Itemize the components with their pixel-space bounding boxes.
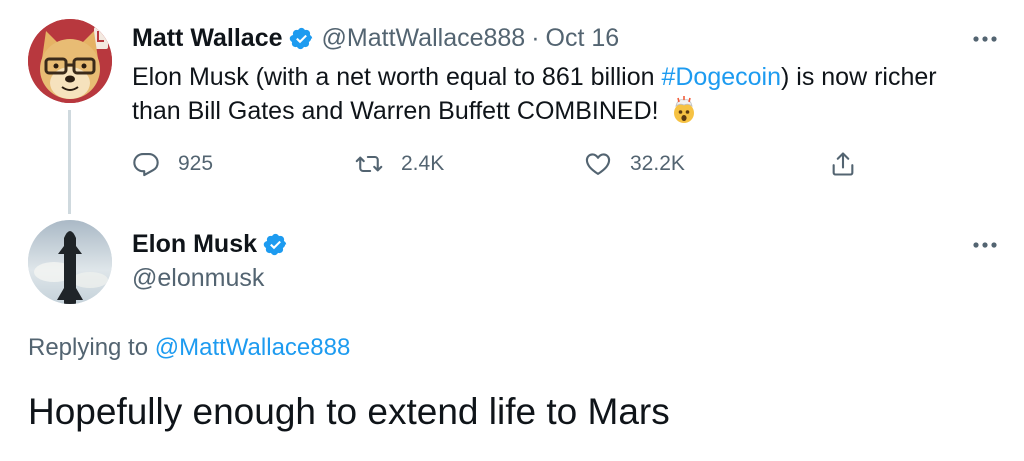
heart-icon — [585, 153, 611, 175]
parent-tweet-header: Matt Wallace @MattWallace888 · Oct 16 — [132, 22, 619, 54]
retweet-icon — [355, 155, 383, 173]
reply-action[interactable]: 925 — [132, 147, 213, 181]
replying-to-label: Replying to — [28, 334, 155, 361]
tweet-date[interactable]: Oct 16 — [546, 22, 620, 54]
verified-badge-icon — [289, 26, 314, 51]
tweet-text-part-1: Elon Musk (with a net worth equal to 861… — [132, 63, 662, 91]
replying-to-line: Replying to @MattWallace888 — [28, 332, 350, 364]
avatar-elon-musk[interactable] — [28, 220, 112, 304]
separator-dot: · — [531, 24, 540, 52]
reply-tweet-text: Hopefully enough to extend life to Mars — [28, 391, 670, 432]
reply-icon — [133, 153, 159, 177]
author-handle[interactable]: @MattWallace888 — [322, 22, 526, 54]
reply-tweet-header: Elon Musk — [132, 228, 296, 260]
author-name[interactable]: Matt Wallace — [132, 22, 283, 54]
replying-to-mention[interactable]: @MattWallace888 — [155, 334, 351, 361]
parent-tweet-text: Elon Musk (with a net worth equal to 861… — [132, 60, 992, 128]
hashtag-link[interactable]: #Dogecoin — [661, 63, 781, 91]
exploding-head-emoji — [670, 96, 698, 124]
starship-avatar-image — [28, 220, 112, 304]
share-icon — [832, 152, 854, 176]
tweet-thread: Matt Wallace @MattWallace888 · Oct 16 El… — [0, 0, 1024, 461]
retweet-action[interactable]: 2.4K — [355, 147, 444, 181]
like-action[interactable]: 32.2K — [584, 147, 685, 181]
reply-count: 925 — [178, 152, 214, 175]
reply-author-handle[interactable]: @elonmusk — [132, 262, 264, 294]
like-count: 32.2K — [630, 152, 685, 175]
verified-badge-icon — [263, 232, 288, 257]
doge-avatar-image — [28, 19, 112, 103]
more-options-icon — [973, 242, 997, 248]
share-action[interactable] — [829, 147, 857, 181]
more-options-icon — [973, 36, 997, 42]
reply-more-options-button[interactable] — [968, 230, 1002, 260]
more-options-button[interactable] — [968, 24, 1002, 54]
thread-connector-line — [68, 110, 71, 214]
retweet-count: 2.4K — [401, 152, 445, 175]
avatar-matt-wallace[interactable] — [28, 19, 112, 103]
reply-author-name[interactable]: Elon Musk — [132, 228, 257, 260]
